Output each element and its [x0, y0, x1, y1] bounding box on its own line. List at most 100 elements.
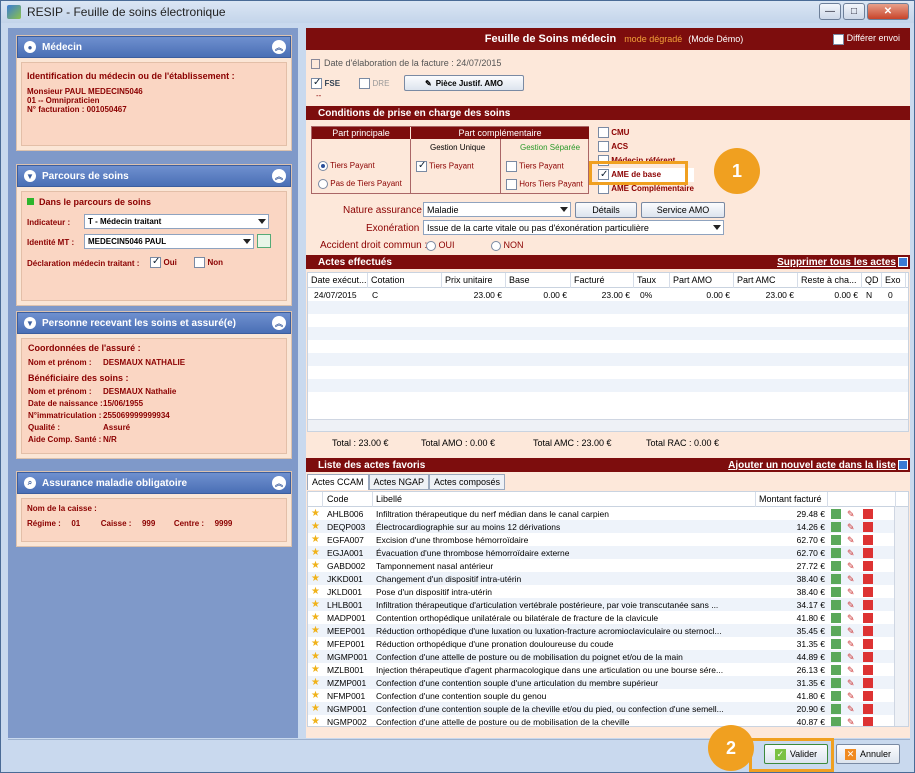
star-icon[interactable]: ★: [308, 664, 323, 675]
pencil-icon[interactable]: ✎: [847, 600, 857, 610]
star-icon[interactable]: ★: [308, 547, 323, 558]
annuler-button[interactable]: ✕ Annuler: [836, 744, 900, 764]
details-button[interactable]: Détails: [575, 202, 637, 218]
col-base[interactable]: Base: [506, 273, 571, 288]
delete-icon[interactable]: [863, 534, 873, 545]
add-icon[interactable]: [831, 677, 841, 688]
col-amo[interactable]: Part AMO: [670, 273, 734, 288]
pencil-icon[interactable]: ✎: [847, 509, 857, 519]
star-icon[interactable]: ★: [308, 521, 323, 532]
add-icon[interactable]: [831, 599, 841, 610]
favori-row[interactable]: ★ EGFA007 Excision d'une thrombose hémorro…: [308, 533, 908, 546]
pencil-icon[interactable]: ✎: [847, 548, 857, 558]
delete-icon[interactable]: [863, 547, 873, 558]
accident-oui[interactable]: OUI: [426, 240, 455, 251]
star-icon[interactable]: ★: [308, 651, 323, 662]
favori-row[interactable]: ★ DEQP003 Électrocardiographie sur au moin…: [308, 520, 908, 533]
pencil-icon[interactable]: ✎: [847, 678, 857, 688]
delete-icon[interactable]: [863, 586, 873, 597]
decl-oui[interactable]: Oui: [150, 256, 177, 269]
search-icon[interactable]: [898, 460, 908, 470]
amo-header[interactable]: ⌕ Assurance maladie obligatoire ︽: [17, 472, 291, 494]
delete-icon[interactable]: [863, 638, 873, 649]
add-acte-link[interactable]: Ajouter un nouvel acte dans la liste: [728, 460, 896, 471]
col-exo[interactable]: Exo: [882, 273, 906, 288]
mt-select[interactable]: MEDECIN5046 PAUL: [84, 234, 254, 249]
decl-non-checkbox[interactable]: [194, 257, 205, 269]
pas-tp-radio[interactable]: [318, 179, 328, 189]
favori-row[interactable]: ★ NGMP001 Confection d'une contention soup…: [308, 702, 908, 715]
personne-header[interactable]: ▼ Personne recevant les soins et assuré(…: [17, 312, 291, 334]
favori-row[interactable]: ★ MZLB001 Injection thérapeutique d'agent …: [308, 663, 908, 676]
favori-row[interactable]: ★ JKKD001 Changement d'un dispositif intra…: [308, 572, 908, 585]
col-libelle[interactable]: Libellé: [373, 492, 756, 507]
col-code[interactable]: Code: [323, 492, 373, 507]
tab-composes[interactable]: Actes composés: [429, 474, 506, 490]
pencil-icon[interactable]: ✎: [847, 535, 857, 545]
star-icon[interactable]: ★: [308, 677, 323, 688]
star-icon[interactable]: ★: [308, 560, 323, 571]
maximize-button[interactable]: □: [843, 3, 865, 20]
delete-icon[interactable]: [863, 560, 873, 571]
star-icon[interactable]: ★: [308, 612, 323, 623]
delete-icon[interactable]: [863, 651, 873, 662]
favori-row[interactable]: ★ LHLB001 Infiltration thérapeutique d'art…: [308, 598, 908, 611]
favori-row[interactable]: ★ MGMP001 Confection d'une attelle de post…: [308, 650, 908, 663]
medecin-header[interactable]: ● Médecin ︽: [17, 36, 291, 58]
add-mt-icon[interactable]: [257, 234, 271, 248]
collapse-icon[interactable]: ︽: [272, 316, 286, 330]
delete-icon[interactable]: [863, 690, 873, 701]
star-icon[interactable]: ★: [308, 573, 323, 584]
favoris-scrollbar[interactable]: [894, 507, 908, 726]
collapse-icon[interactable]: ︽: [272, 40, 286, 54]
pencil-icon[interactable]: ✎: [847, 574, 857, 584]
delete-icon[interactable]: [863, 573, 873, 584]
add-icon[interactable]: [831, 560, 841, 571]
decl-non[interactable]: Non: [194, 257, 223, 269]
star-icon[interactable]: ★: [308, 534, 323, 545]
star-icon[interactable]: ★: [308, 586, 323, 597]
minimize-button[interactable]: —: [819, 3, 841, 20]
delete-icon[interactable]: [863, 625, 873, 636]
add-icon[interactable]: [831, 638, 841, 649]
add-icon[interactable]: [831, 716, 841, 726]
add-icon[interactable]: [831, 586, 841, 597]
differer-toggle[interactable]: Différer envoi: [833, 33, 900, 45]
favori-row[interactable]: ★ NGMP002 Confection d'une attelle de post…: [308, 715, 908, 727]
ame-comp-checkbox[interactable]: [598, 183, 609, 195]
acs-option[interactable]: ACS: [598, 140, 694, 154]
add-icon[interactable]: [831, 690, 841, 701]
dre-checkbox[interactable]: [359, 78, 370, 90]
add-icon[interactable]: [831, 521, 841, 532]
col-facture[interactable]: Facturé: [571, 273, 634, 288]
delete-icon[interactable]: [863, 612, 873, 623]
pencil-icon[interactable]: ✎: [847, 626, 857, 636]
tiers-payant-radio[interactable]: [318, 161, 328, 171]
pencil-icon[interactable]: ✎: [847, 587, 857, 597]
pencil-icon[interactable]: ✎: [847, 704, 857, 714]
add-icon[interactable]: [831, 651, 841, 662]
star-icon[interactable]: ★: [308, 690, 323, 701]
fse-option[interactable]: FSE: [311, 77, 340, 90]
delete-icon[interactable]: [863, 599, 873, 610]
favori-row[interactable]: ★ MADP001 Contention orthopédique unilatér…: [308, 611, 908, 624]
star-icon[interactable]: ★: [308, 703, 323, 714]
favori-row[interactable]: ★ MEEP001 Réduction orthopédique d'une lux…: [308, 624, 908, 637]
pas-tp-option[interactable]: Pas de Tiers Payant: [318, 179, 402, 189]
favori-row[interactable]: ★ GABD002 Tamponnement nasal antérieur 27.7…: [308, 559, 908, 572]
collapse-icon[interactable]: ︽: [272, 476, 286, 490]
cmu-option[interactable]: CMU: [598, 126, 694, 140]
col-date[interactable]: Date exécut...: [308, 273, 368, 288]
pencil-icon[interactable]: ✎: [847, 717, 857, 727]
dre-option[interactable]: DRE: [359, 78, 389, 90]
delete-all-link[interactable]: Supprimer tous les actes: [777, 257, 896, 268]
pencil-icon[interactable]: ✎: [847, 665, 857, 675]
pencil-icon[interactable]: ✎: [847, 613, 857, 623]
nature-select[interactable]: Maladie: [423, 202, 571, 217]
star-icon[interactable]: ★: [308, 625, 323, 636]
col-montant[interactable]: Montant facturé: [756, 492, 828, 507]
favori-row[interactable]: ★ MFEP001 Réduction orthopédique d'une pro…: [308, 637, 908, 650]
add-icon[interactable]: [831, 573, 841, 584]
star-icon[interactable]: ★: [308, 508, 323, 519]
tp3-option[interactable]: Tiers Payant: [506, 161, 564, 172]
